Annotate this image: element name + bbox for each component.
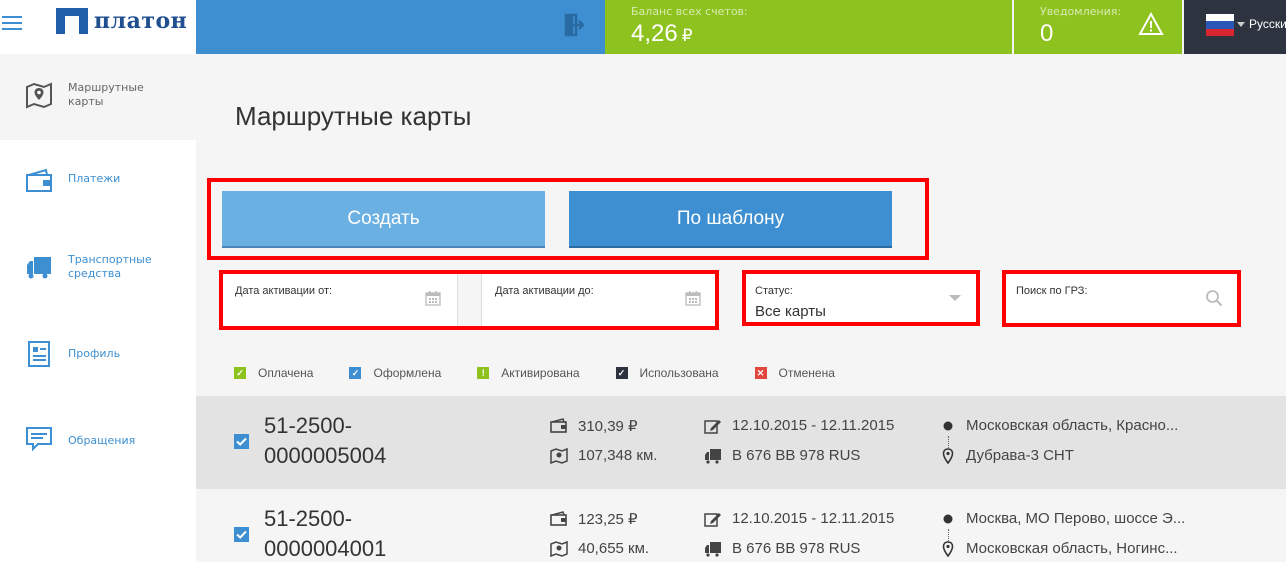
notifications-count: 0 — [1040, 20, 1054, 47]
top-bar: платон Баланс всех счетов: 4,26 ₽ Уведомл… — [0, 0, 1286, 54]
profile-icon — [28, 341, 50, 367]
card-period: 12.10.2015 - 12.11.2015 — [704, 417, 894, 434]
card-vehicle: В 676 ВВ 978 RUS — [704, 540, 860, 557]
card-vehicle: В 676 ВВ 978 RUS — [704, 447, 860, 464]
russian-flag-icon — [1206, 14, 1234, 36]
card-amount: 123,25 ₽ — [550, 510, 638, 528]
start-point-icon — [943, 421, 953, 430]
card-route-to: Дубрава-3 СНТ — [942, 447, 1074, 464]
sidebar-item-label: Профиль — [68, 347, 121, 360]
exit-icon[interactable] — [558, 12, 584, 38]
sidebar-item-label: Транспортные средства — [68, 253, 152, 280]
close-icon: ✕ — [754, 367, 767, 379]
logo-mark-icon — [56, 8, 88, 34]
wallet-icon — [26, 168, 52, 192]
sidebar-item-label: Платежи — [68, 172, 121, 185]
map-icon — [26, 82, 52, 109]
check-icon: ✓ — [234, 367, 246, 379]
card-amount: 310,39 ₽ — [550, 417, 638, 435]
header-bar — [196, 0, 605, 54]
balance-value: 4,26 ₽ — [631, 20, 693, 47]
message-icon — [26, 427, 52, 452]
menu-icon[interactable] — [2, 16, 22, 34]
language-selector[interactable]: Русский — [1184, 0, 1286, 54]
truck-icon — [705, 541, 721, 557]
legend-item-paid[interactable]: ✓ Оплачена — [234, 366, 313, 380]
status-checkbox[interactable] — [234, 434, 249, 449]
legend-item-issued[interactable]: ✓ Оформлена — [349, 366, 441, 380]
map-icon — [550, 540, 568, 557]
card-route-from: Москва, МО Перово, шоссе Э... — [942, 510, 1185, 527]
highlight-box-buttons — [207, 178, 929, 260]
edit-icon — [704, 512, 721, 527]
warning-icon — [1138, 12, 1164, 35]
status-legend: ✓ Оплачена ✓ Оформлена ! Активирована ✓ … — [234, 366, 871, 380]
truck-icon — [705, 448, 721, 464]
notifications-label: Уведомления: — [1040, 5, 1122, 18]
edit-icon — [704, 419, 721, 434]
map-icon — [550, 447, 568, 464]
wallet-icon — [550, 511, 567, 526]
logo[interactable]: платон — [56, 6, 187, 36]
page-title: Маршрутные карты — [235, 101, 472, 131]
card-route-from: Московская область, Красно... — [942, 417, 1178, 434]
card-route-to: Московская область, Ногинс... — [942, 540, 1178, 557]
highlight-box-status — [742, 270, 980, 326]
legend-item-cancelled[interactable]: ✕ Отменена — [754, 366, 835, 380]
start-point-icon — [943, 514, 953, 523]
truck-icon — [27, 257, 51, 279]
legend-item-used[interactable]: ✓ Использована — [615, 366, 719, 380]
sidebar: Маршрутные карты Платежи Транспортные ср… — [0, 54, 196, 562]
card-number[interactable]: 51-2500- 0000005004 — [264, 411, 386, 471]
location-pin-icon — [942, 447, 954, 464]
card-number[interactable]: 51-2500- 0000004001 — [264, 504, 386, 562]
card-period: 12.10.2015 - 12.11.2015 — [704, 510, 894, 527]
card-distance: 40,655 км. — [550, 540, 649, 557]
location-pin-icon — [942, 540, 954, 557]
route-card[interactable]: 51-2500- 0000004001 123,25 ₽ 40,655 км. … — [196, 489, 1286, 562]
sidebar-item-route-maps[interactable]: Маршрутные карты — [0, 54, 196, 140]
sidebar-item-profile[interactable]: Профиль — [0, 329, 196, 379]
exclamation-icon: ! — [477, 367, 490, 379]
sidebar-item-vehicles[interactable]: Транспортные средства — [0, 239, 196, 299]
sidebar-item-label: Обращения — [68, 434, 136, 447]
legend-item-activated[interactable]: ! Активирована — [477, 366, 580, 380]
check-icon: ✓ — [349, 367, 362, 379]
wallet-icon — [550, 418, 567, 433]
balance-panel[interactable]: Баланс всех счетов: 4,26 ₽ — [605, 0, 1012, 54]
logo-area: платон — [0, 0, 196, 54]
card-distance: 107,348 км. — [550, 447, 657, 464]
logo-text: платон — [94, 8, 188, 34]
route-card[interactable]: 51-2500- 0000005004 310,39 ₽ 107,348 км.… — [196, 396, 1286, 489]
notifications-panel[interactable]: Уведомления: 0 — [1014, 0, 1182, 54]
check-icon: ✓ — [615, 367, 628, 379]
sidebar-item-requests[interactable]: Обращения — [0, 414, 196, 464]
highlight-box-dates — [219, 270, 719, 330]
language-label: Русский — [1249, 17, 1286, 31]
highlight-box-search — [1002, 270, 1241, 327]
check-icon — [236, 530, 247, 539]
sidebar-item-payments[interactable]: Платежи — [0, 154, 196, 204]
chevron-down-icon — [1237, 22, 1245, 27]
check-icon — [236, 437, 247, 446]
balance-label: Баланс всех счетов: — [631, 5, 748, 18]
sidebar-item-label: Маршрутные карты — [68, 81, 144, 108]
status-checkbox[interactable] — [234, 527, 249, 542]
